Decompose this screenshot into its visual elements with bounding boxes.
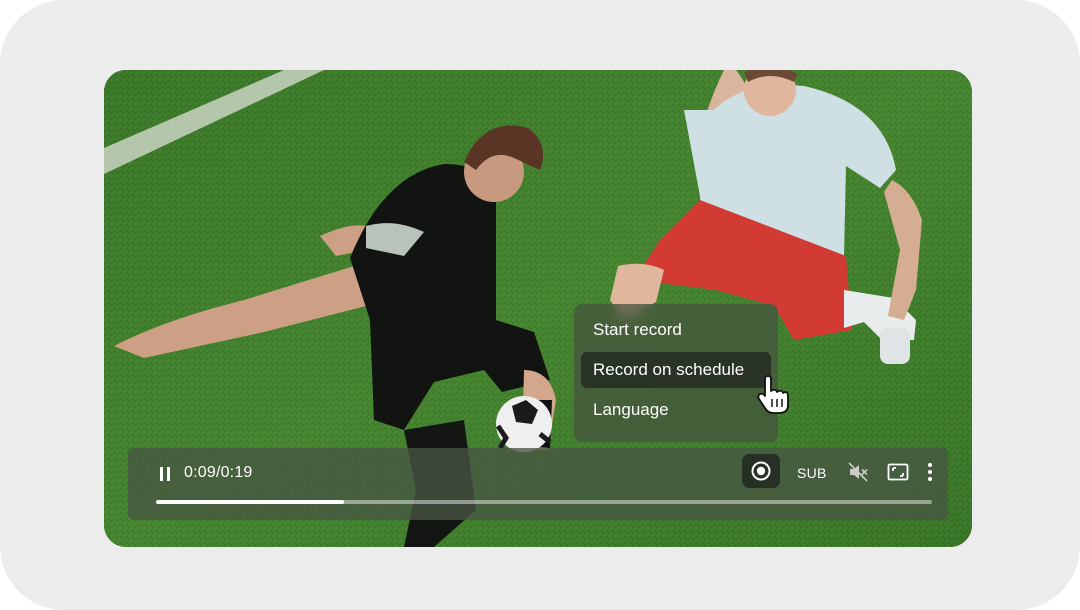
video-player[interactable]: Start record Record on schedule Language… (104, 70, 972, 547)
pause-icon (160, 467, 170, 481)
hand-pointer-cursor (757, 375, 789, 414)
device-frame: Start record Record on schedule Language… (0, 0, 1080, 610)
menu-item-language[interactable]: Language (581, 392, 771, 428)
record-icon (751, 461, 771, 481)
fullscreen-button[interactable] (886, 460, 910, 484)
mute-button[interactable] (846, 460, 870, 484)
progress-fill (156, 500, 344, 504)
record-button[interactable] (742, 454, 780, 488)
volume-muted-icon (848, 462, 868, 482)
menu-item-start-record[interactable]: Start record (581, 312, 771, 348)
fullscreen-icon (887, 463, 909, 481)
progress-bar[interactable] (156, 500, 932, 504)
pause-button[interactable] (154, 461, 176, 487)
more-vertical-icon (928, 463, 932, 481)
menu-item-record-on-schedule[interactable]: Record on schedule (581, 352, 771, 388)
more-options-button[interactable] (924, 460, 936, 484)
time-display: 0:09/0:19 (184, 464, 253, 481)
player-control-bar: 0:09/0:19 SUB (128, 448, 948, 520)
record-options-menu: Start record Record on schedule Language (574, 304, 778, 442)
subtitles-button[interactable]: SUB (797, 465, 827, 481)
